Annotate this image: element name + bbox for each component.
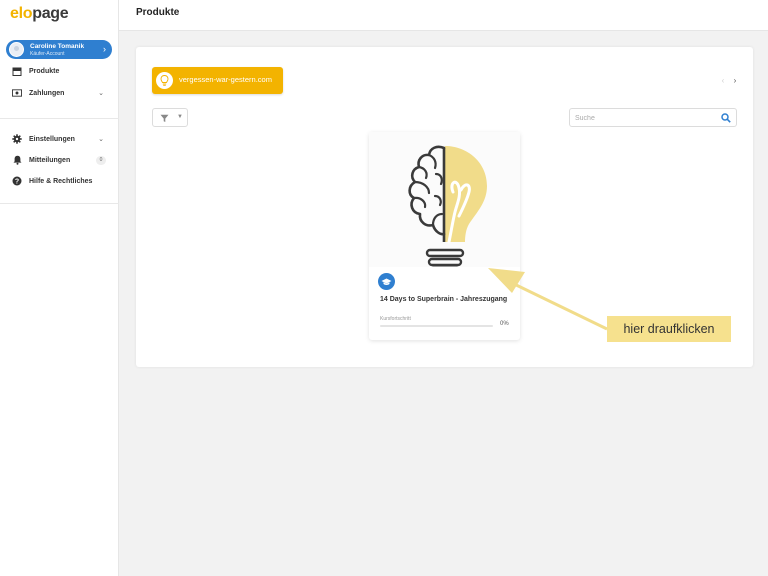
progress-label: Kursfortschritt	[380, 316, 411, 322]
course-progress-bar	[380, 325, 493, 327]
sidebar-item-label: Hilfe & Rechtliches	[29, 177, 93, 185]
user-name: Caroline Tomanik	[30, 43, 85, 50]
graduation-cap-icon	[381, 278, 392, 285]
product-title: 14 Days to Superbrain - Jahreszugang	[380, 296, 508, 303]
product-card[interactable]: 14 Days to Superbrain - Jahreszugang Kur…	[369, 132, 520, 340]
store-icon	[12, 66, 22, 76]
chevron-right-icon: ›	[103, 44, 106, 54]
chevron-right-icon[interactable]: ›	[729, 76, 741, 85]
filter-icon	[160, 114, 169, 122]
user-account-type: Käufer-Account	[30, 51, 65, 57]
shop-tab[interactable]: vergessen-war-gestern.com	[152, 67, 283, 94]
sidebar-item-hilfe[interactable]: ? Hilfe & Rechtliches	[12, 174, 92, 188]
top-header: Produkte	[119, 0, 768, 31]
carousel-pager: ‹ ›	[717, 76, 741, 85]
caret-down-icon: ▼	[177, 114, 183, 120]
sidebar-item-mitteilungen[interactable]: Mitteilungen	[12, 153, 70, 167]
progress-percent: 0%	[500, 321, 509, 327]
search-icon[interactable]	[721, 113, 731, 123]
help-icon: ?	[12, 176, 22, 186]
sidebar-item-label: Mitteilungen	[29, 156, 71, 164]
sidebar-divider	[0, 118, 119, 119]
filter-dropdown[interactable]: ▼	[152, 108, 188, 127]
elopage-logo[interactable]: elopage	[10, 5, 69, 23]
sidebar-item-label: Einstellungen	[29, 135, 75, 143]
avatar	[9, 42, 24, 57]
sidebar-item-zahlungen[interactable]: Zahlungen	[12, 86, 64, 100]
user-account-button[interactable]: Caroline Tomanik Käufer-Account ›	[6, 40, 112, 59]
svg-text:?: ?	[15, 179, 19, 186]
search-input[interactable]	[575, 111, 715, 125]
chevron-down-icon[interactable]: ⌄	[98, 135, 104, 143]
sidebar: elopage Caroline Tomanik Käufer-Account …	[0, 0, 119, 576]
sidebar-divider	[0, 203, 119, 204]
chevron-left-icon[interactable]: ‹	[717, 76, 729, 85]
shop-name: vergessen-war-gestern.com	[179, 75, 272, 84]
page-title: Produkte	[136, 7, 180, 18]
brain-lightbulb-illustration	[408, 145, 487, 274]
chevron-down-icon[interactable]: ⌄	[98, 89, 104, 97]
product-image	[369, 132, 520, 274]
sidebar-item-label: Produkte	[29, 67, 60, 75]
notification-count-badge: 0	[96, 156, 106, 165]
shop-logo-icon	[156, 72, 173, 89]
sidebar-item-produkte[interactable]: Produkte	[12, 64, 59, 78]
sidebar-item-einstellungen[interactable]: Einstellungen	[12, 132, 75, 146]
gear-icon	[12, 134, 22, 144]
bell-icon	[12, 155, 22, 165]
annotation-callout: hier draufklicken	[607, 316, 731, 342]
course-type-badge	[378, 273, 395, 290]
search-box[interactable]	[569, 108, 737, 127]
sidebar-item-label: Zahlungen	[29, 89, 65, 97]
money-icon	[12, 88, 22, 98]
